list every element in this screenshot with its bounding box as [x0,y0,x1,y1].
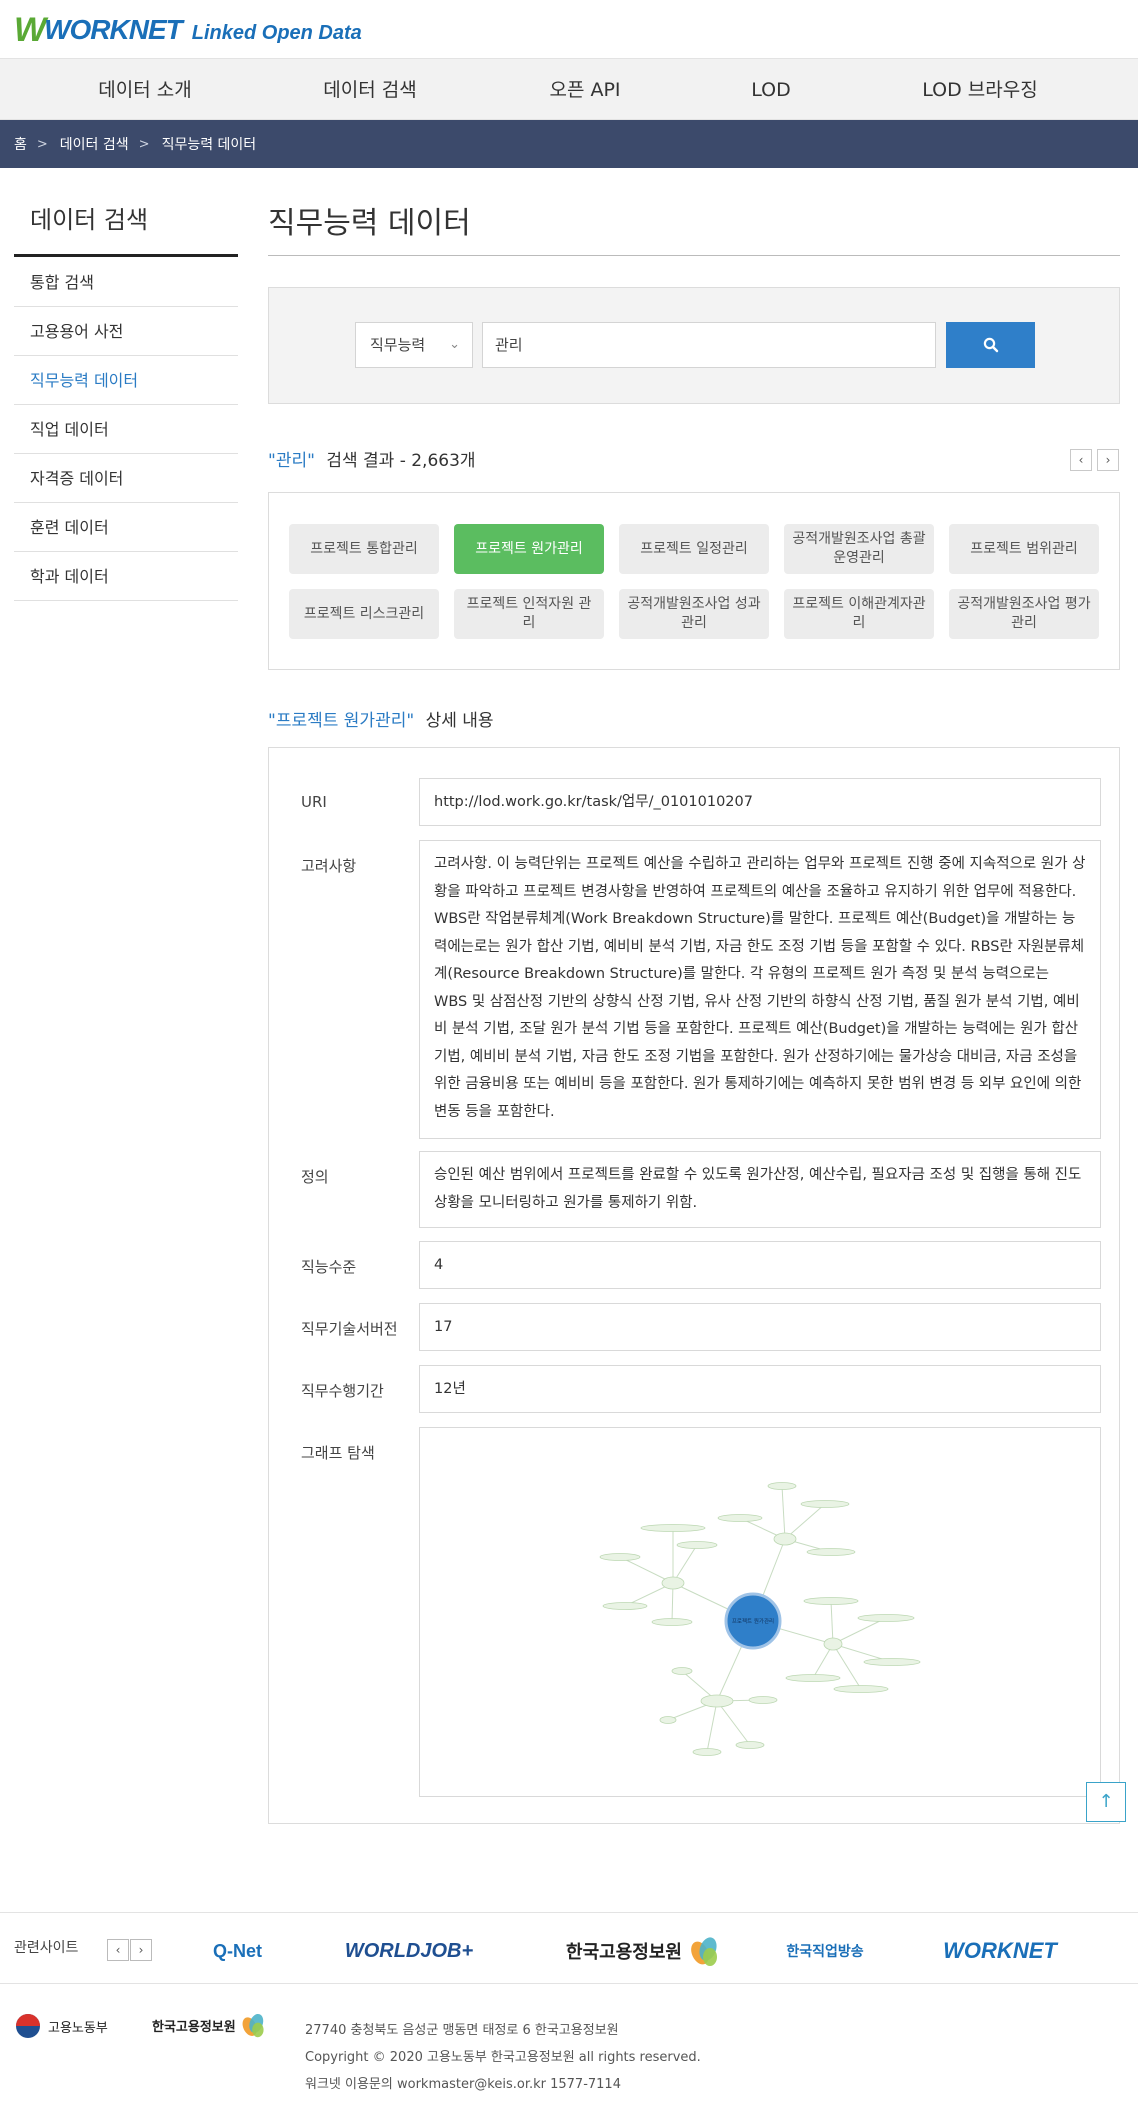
site-header: W WORKNET Linked Open Data [0,0,1138,58]
sidebar-item-certificate[interactable]: 자격증 데이터 [14,454,238,503]
keis-footer-logo: 한국고용정보원 [152,2012,266,2038]
result-tag-panel: 프로젝트 통합관리 프로젝트 원가관리 프로젝트 일정관리 공적개발원조사업 총… [268,492,1120,670]
period-value: 12년 [419,1365,1101,1413]
nav-lod-browsing[interactable]: LOD 브라우징 [900,59,1060,121]
sidebar-item-employment-terms[interactable]: 고용용어 사전 [14,307,238,356]
keis-footer-leaf-icon [242,2013,264,2038]
tag-item[interactable]: 프로젝트 인적자원 관리 [454,589,604,639]
consider-value: 고려사항. 이 능력단위는 프로젝트 예산을 수립하고 관리하는 업무와 프로젝… [419,840,1101,1139]
chevron-right-icon: > [138,136,150,152]
sidebar-item-occupation[interactable]: 직업 데이터 [14,405,238,454]
ministry-name: 고용노동부 [48,2020,108,2036]
worldjob-logo[interactable]: WORLDJOB+ [334,1931,484,1971]
footer-contact: 워크넷 이용문의 workmaster@keis.or.kr 1577-7114 [305,2077,621,2092]
level-value: 4 [419,1241,1101,1289]
search-icon [983,337,998,353]
scroll-top-button[interactable]: ↑ [1086,1782,1126,1822]
sidebar-item-major[interactable]: 학과 데이터 [14,552,238,601]
tag-item[interactable]: 프로젝트 리스크관리 [289,589,439,639]
chevron-right-icon: > [36,136,48,152]
nav-open-api[interactable]: 오픈 API [520,59,650,121]
keis-logo[interactable]: 한국고용정보원 [558,1931,728,1971]
site-footer: 고용노동부 한국고용정보원 27740 충청북도 음성군 맹동면 태정로 6 한… [0,1984,1138,2114]
arrow-up-icon: ↑ [1098,1791,1114,1812]
footer-address: 27740 충청북도 음성군 맹동면 태정로 6 한국고용정보원 [305,2023,619,2038]
keis-footer-name: 한국고용정보원 [152,2019,236,2035]
breadcrumb: 홈 > 데이터 검색 > 직무능력 데이터 [0,120,1138,168]
keis-logo-text: 한국고용정보원 [566,1942,682,1963]
tag-item[interactable]: 공적개발원조사업 총괄운영관리 [784,524,934,574]
graph-network[interactable]: 프로젝트 원가관리 [420,1428,1100,1796]
tv-worknet-logo[interactable]: 한국직업방송 [780,1931,870,1971]
logo-w-mark: W [14,10,46,49]
category-select[interactable]: 직무능력 ⌄ [355,322,473,368]
period-label: 직무수행기간 [301,1382,384,1400]
chevron-down-icon: ⌄ [449,337,460,352]
tag-item[interactable]: 프로젝트 이해관계자관리 [784,589,934,639]
definition-label: 정의 [301,1168,329,1186]
keis-leaf-icon [691,1937,717,1966]
tag-item[interactable]: 프로젝트 일정관리 [619,524,769,574]
related-next-button[interactable]: › [130,1939,152,1961]
graph-label: 그래프 탐색 [301,1444,375,1462]
uri-label: URI [301,793,327,811]
result-keyword: "관리" [268,451,315,471]
tag-item[interactable]: 프로젝트 통합관리 [289,524,439,574]
sidebar-item-job-competency[interactable]: 직무능력 데이터 [14,356,238,405]
worknet-footer-logo[interactable]: WORKNET [930,1931,1070,1971]
tv-worknet-logo-text: 한국직업방송 [786,1944,864,1960]
ministry-logo: 고용노동부 [14,2012,108,2040]
definition-value: 승인된 예산 범위에서 프로젝트를 완료할 수 있도록 원가산정, 예산수립, … [419,1151,1101,1228]
nav-data-search[interactable]: 데이터 검색 [305,59,435,121]
uri-value: http://lod.work.go.kr/task/업무/_010101020… [419,778,1101,826]
nav-lod[interactable]: LOD [706,59,836,121]
tag-next-button[interactable]: › [1097,449,1119,471]
related-sites-bar: 관련사이트 ‹ › Q-Net WORLDJOB+ 한국고용정보원 한국직업방송… [0,1912,1138,1984]
result-count: 검색 결과 - 2,663개 [326,451,476,471]
graph-center-label: 프로젝트 원가관리 [732,1617,774,1625]
tag-item[interactable]: 공적개발원조사업 성과관리 [619,589,769,639]
logo-main-text: WORKNET [44,14,183,45]
version-label: 직무기술서버전 [301,1320,398,1338]
breadcrumb-data-search[interactable]: 데이터 검색 [60,134,129,154]
result-summary: "관리" 검색 결과 - 2,663개 [268,446,476,471]
sidebar-item-integrated-search[interactable]: 통합 검색 [14,258,238,307]
sidebar-menu: 통합 검색 고용용어 사전 직무능력 데이터 직업 데이터 자격증 데이터 훈련… [14,258,238,601]
breadcrumb-current: 직무능력 데이터 [161,137,257,153]
logo-sub-text: Linked Open Data [191,21,362,44]
search-button[interactable] [946,322,1035,368]
version-value: 17 [419,1303,1101,1351]
sidebar-divider [14,254,238,257]
worknet-lod-logo[interactable]: W WORKNET Linked Open Data [14,8,362,52]
detail-heading-text: 상세 내용 [425,711,494,731]
detail-heading: "프로젝트 원가관리" 상세 내용 [268,706,494,731]
related-prev-button[interactable]: ‹ [107,1939,129,1961]
breadcrumb-home[interactable]: 홈 [14,134,27,154]
search-input[interactable]: 관리 [482,322,936,368]
related-sites-label: 관련사이트 [14,1940,79,1956]
sidebar-title: 데이터 검색 [30,206,149,234]
graph-explorer[interactable]: 프로젝트 원가관리 [419,1427,1101,1797]
worldjob-logo-text: WORLDJOB+ [344,1939,474,1962]
footer-copyright: Copyright © 2020 고용노동부 한국고용정보원 all right… [305,2050,701,2065]
consider-label: 고려사항 [301,857,357,875]
sidebar-item-training[interactable]: 훈련 데이터 [14,503,238,552]
search-panel: 직무능력 ⌄ 관리 [268,287,1120,404]
detail-panel: URI http://lod.work.go.kr/task/업무/_01010… [268,747,1120,1824]
qnet-logo-text: Q-Net [213,1940,262,1961]
page-title: 직무능력 데이터 [268,206,471,241]
nav-data-intro[interactable]: 데이터 소개 [80,59,210,121]
tag-item-active[interactable]: 프로젝트 원가관리 [454,524,604,574]
detail-keyword: "프로젝트 원가관리" [268,711,415,731]
tag-prev-button[interactable]: ‹ [1070,449,1092,471]
tag-item[interactable]: 프로젝트 범위관리 [949,524,1099,574]
qnet-logo[interactable]: Q-Net [200,1931,275,1971]
worknet-footer-logo-text: WORKNET [943,1938,1057,1963]
title-divider [268,255,1120,256]
main-navigation: 데이터 소개 데이터 검색 오픈 API LOD LOD 브라우징 [0,58,1138,120]
tag-item[interactable]: 공적개발원조사업 평가관리 [949,589,1099,639]
level-label: 직능수준 [301,1258,357,1276]
ministry-emblem-icon [16,2014,40,2038]
category-select-value: 직무능력 [370,336,426,354]
